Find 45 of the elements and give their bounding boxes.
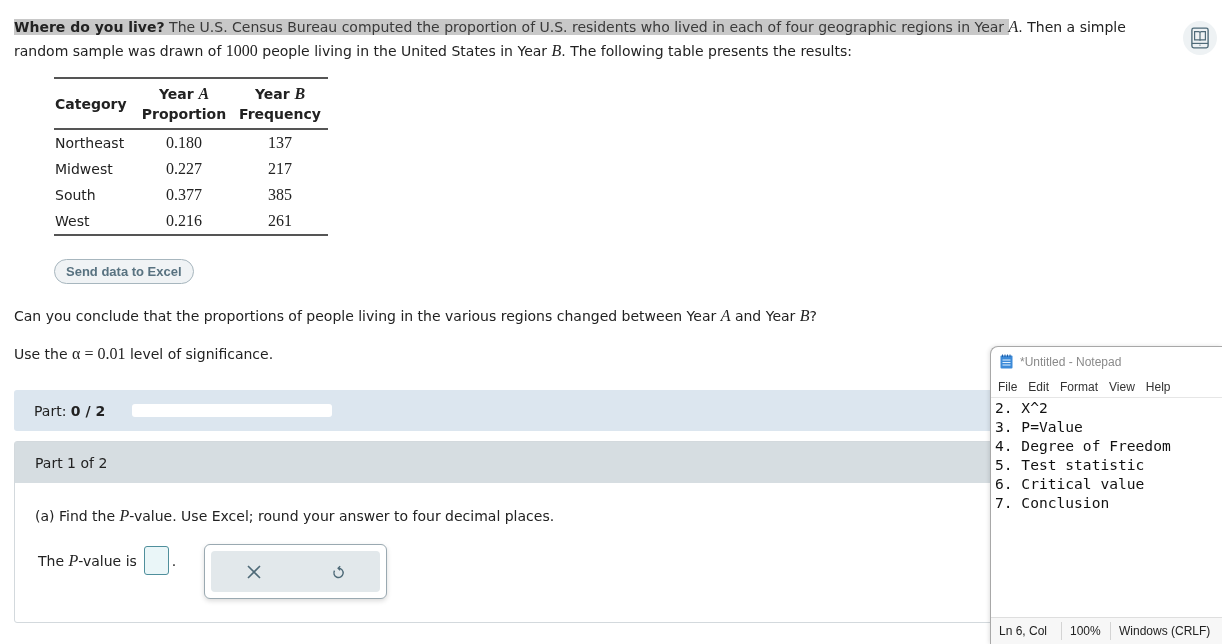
progress-label: Part: 0 / 2: [34, 402, 106, 419]
status-text: 100%: [1061, 622, 1110, 640]
question-text: Can you conclude that the proportions of people living in the various regions changed between Year A and Year B?: [14, 306, 818, 326]
editor-line: 3. P=Value: [995, 417, 1083, 436]
table-cell: West: [54, 208, 136, 235]
table-cell-text: 0.227: [165, 159, 203, 179]
menu-item[interactable]: View: [1109, 379, 1135, 394]
table-cell: 0.216: [136, 208, 232, 235]
answer-label: The P-value is: [38, 551, 137, 571]
status-text: Windows (CRLF): [1110, 622, 1219, 640]
table-cell: 0.180: [136, 129, 232, 156]
table-cell: 137: [232, 129, 328, 156]
editor-line: 2. X^2: [995, 398, 1048, 417]
table-cell-text: 217: [267, 159, 293, 179]
menu-item[interactable]: Edit: [1028, 379, 1050, 394]
send-to-excel-button[interactable]: Send data to Excel: [54, 259, 194, 284]
answer-box[interactable]: [143, 546, 169, 575]
column-header: Year B Frequency: [232, 78, 328, 129]
table-cell: 261: [232, 208, 328, 235]
window-title: *Untitled - Notepad: [1020, 354, 1122, 369]
menu-item[interactable]: Format: [1060, 379, 1099, 394]
answer-period: .: [171, 552, 177, 571]
x-icon: [246, 564, 261, 579]
book-icon: [1191, 27, 1209, 49]
editor-line: 6. Critical value: [995, 474, 1145, 493]
prompt-text: (a) Find the P-value. Use Excel; round your answer to four decimal places.: [35, 506, 555, 526]
column-header: Year A Proportion: [136, 78, 232, 129]
undo-icon: [331, 564, 345, 579]
editor-line: 5. Test statistic: [995, 455, 1145, 474]
table-cell-text: 385: [267, 185, 293, 205]
column-header: Category: [54, 78, 136, 129]
editor-line: 7. Conclusion: [995, 493, 1110, 512]
table-cell-text: South: [54, 186, 97, 205]
editor-line: 4. Degree of Freedom: [995, 436, 1171, 455]
table-cell: Northeast: [54, 129, 136, 156]
table-cell-text: Midwest: [54, 160, 114, 179]
notepad-icon: [1000, 354, 1013, 369]
menu-item[interactable]: Help: [1145, 379, 1171, 394]
table-cell-text: 0.377: [165, 185, 203, 205]
status-text: Ln 6, Col: [998, 623, 1049, 640]
part-title: Part 1 of 2: [35, 454, 108, 471]
menu-item[interactable]: File: [998, 379, 1018, 394]
book-button[interactable]: [1183, 21, 1217, 55]
intro-paragraph: Where do you live? The U.S. Census Bureau computed the proportion of U.S. residents who lived in each of four geographic regions in Year A. Then a simple random sample was drawn of 1000 people living in the United States in Year B. The following table presents the results:: [14, 17, 1127, 61]
significance-text: Use the α = 0.01 level of significance.: [14, 344, 274, 364]
